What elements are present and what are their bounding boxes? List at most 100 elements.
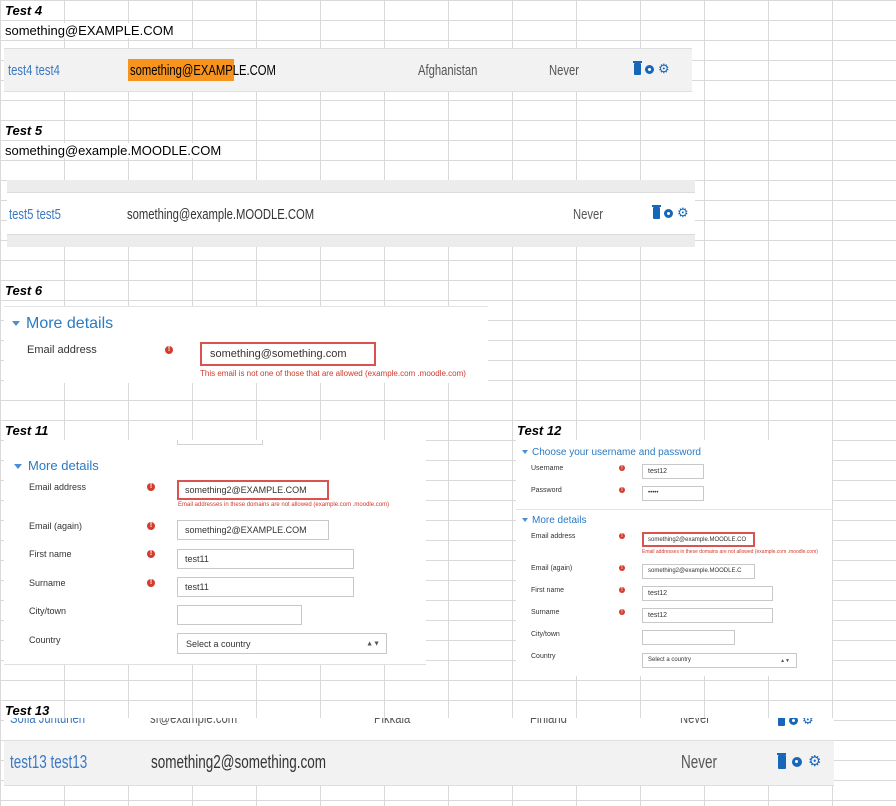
- test6-section-header[interactable]: More details: [12, 315, 113, 333]
- required-error-icon: !: [619, 587, 625, 593]
- test6-email-field[interactable]: something@something.com: [200, 342, 376, 366]
- test13-row-last-access: Never: [681, 752, 718, 772]
- test12-username-field[interactable]: test12: [642, 464, 704, 479]
- select-arrows-icon: ▲▼: [780, 657, 790, 664]
- test12-email-error: Email addresses in these domains are not…: [642, 549, 818, 555]
- collapse-caret-icon: [522, 450, 528, 455]
- test13-prev-row-email: sf@example.com: [150, 718, 238, 727]
- test4-user-name-link[interactable]: test4 test4: [8, 62, 60, 79]
- test11-email-field[interactable]: something2@EXAMPLE.COM: [177, 480, 329, 500]
- test12-country-value: Select a country: [648, 657, 692, 663]
- test11-form-crop: More details Email address ! something2@…: [4, 440, 426, 665]
- test11-country-label: Country: [29, 635, 61, 645]
- view-icon[interactable]: [664, 208, 673, 218]
- required-error-icon: !: [619, 465, 625, 471]
- test12-surname-label: Surname: [531, 609, 560, 616]
- view-icon[interactable]: [789, 718, 798, 725]
- delete-icon[interactable]: [652, 205, 661, 219]
- test4-label: Test 4: [3, 3, 45, 18]
- test5-row-actions: ⚙: [652, 205, 689, 219]
- test12-username-label: Username: [531, 465, 564, 472]
- test5-email-text: something@example.MOODLE.COM: [3, 143, 224, 158]
- test13-prev-row-actions: ⚙: [778, 718, 814, 726]
- delete-icon[interactable]: [633, 61, 642, 75]
- test13-label: Test 13: [3, 703, 52, 718]
- test4-row-country: Afghanistan: [418, 62, 478, 79]
- test13-prev-row-country: Finland: [530, 718, 567, 727]
- required-error-icon: !: [147, 522, 155, 530]
- test12-email-label: Email address: [531, 533, 576, 540]
- test12-email-again-field[interactable]: something2@example.MOODLE.C: [642, 564, 755, 579]
- required-error-icon: !: [147, 550, 155, 558]
- test4-user-row: test4 test4 something@EXAMPLE.COM Afghan…: [4, 48, 692, 92]
- test6-email-error: This email is not one of those that are …: [200, 369, 466, 378]
- test11-firstname-field[interactable]: test11: [177, 549, 354, 569]
- test11-email-error: Email addresses in these domains are not…: [178, 502, 390, 508]
- test12-country-label: Country: [531, 653, 556, 660]
- test5-user-name-link[interactable]: test5 test5: [9, 206, 61, 223]
- required-error-icon: !: [147, 483, 155, 491]
- test11-email-again-label: Email (again): [29, 521, 83, 531]
- delete-icon[interactable]: [778, 718, 785, 726]
- required-error-icon: !: [619, 533, 625, 539]
- collapse-caret-icon: [14, 464, 22, 470]
- test12-firstname-label: First name: [531, 587, 565, 594]
- test12-password-field[interactable]: •••••: [642, 486, 704, 501]
- delete-icon[interactable]: [777, 753, 786, 769]
- test4-row-actions: ⚙: [633, 61, 670, 75]
- test4-row-email: something@EXAMPLE.COM: [130, 62, 276, 79]
- view-icon[interactable]: [792, 757, 802, 767]
- test11-section-title: More details: [28, 458, 99, 473]
- test11-firstname-label: First name: [29, 549, 72, 559]
- test12-section1-title: Choose your username and password: [532, 447, 701, 458]
- test12-form-crop: Choose your username and password Userna…: [516, 440, 832, 676]
- test11-surname-label: Surname: [29, 578, 66, 588]
- test13-prev-row-last-access: Never: [680, 718, 711, 727]
- test13-table-crop: Sofia Juntunen sf@example.com Pikkala Fi…: [4, 718, 834, 786]
- test13-prev-row-name[interactable]: Sofia Juntunen: [10, 718, 85, 727]
- gear-icon[interactable]: ⚙: [658, 62, 670, 75]
- test12-country-select[interactable]: Select a country ▲▼: [642, 653, 797, 668]
- collapse-caret-icon: [12, 321, 20, 327]
- gear-icon[interactable]: ⚙: [808, 754, 821, 769]
- test6-label: Test 6: [3, 283, 45, 298]
- test12-section2-header[interactable]: More details: [522, 515, 586, 526]
- test12-section1-header[interactable]: Choose your username and password: [522, 447, 701, 458]
- test5-label: Test 5: [3, 123, 45, 138]
- test11-country-select[interactable]: Select a country ▲▼: [177, 633, 387, 654]
- required-error-icon: !: [619, 565, 625, 571]
- gear-icon[interactable]: ⚙: [802, 718, 814, 726]
- test11-label: Test 11: [3, 423, 51, 438]
- test11-city-label: City/town: [29, 606, 67, 616]
- test4-email-text: something@EXAMPLE.COM: [3, 23, 176, 38]
- test12-password-label: Password: [531, 487, 562, 494]
- gear-icon[interactable]: ⚙: [677, 206, 689, 219]
- test6-section-title: More details: [26, 315, 114, 332]
- test13-row-email: something2@something.com: [151, 752, 327, 772]
- test13-prev-row-city: Pikkala: [374, 718, 411, 727]
- test5-row-email: something@example.MOODLE.COM: [127, 206, 315, 223]
- test12-email-field[interactable]: something2@example.MOODLE.CO: [642, 532, 755, 547]
- test12-label: Test 12: [515, 423, 564, 438]
- required-error-icon: !: [619, 609, 625, 615]
- required-error-icon: !: [165, 346, 173, 354]
- test12-surname-field[interactable]: test12: [642, 608, 773, 623]
- test12-email-again-label: Email (again): [531, 565, 573, 572]
- test11-section-header[interactable]: More details: [14, 458, 99, 473]
- test11-email-again-field[interactable]: something2@EXAMPLE.COM: [177, 520, 329, 540]
- select-arrows-icon: ▲▼: [366, 640, 380, 647]
- test13-user-row: test13 test13 something2@something.com N…: [4, 740, 834, 786]
- test6-email-label: Email address: [27, 344, 97, 356]
- test12-city-field[interactable]: [642, 630, 735, 645]
- test13-user-name-link[interactable]: test13 test13: [10, 752, 87, 773]
- test12-city-label: City/town: [531, 631, 560, 638]
- test11-surname-field[interactable]: test11: [177, 577, 354, 597]
- test4-email-highlight: something@EXAMPLE.COM: [128, 59, 276, 81]
- view-icon[interactable]: [645, 64, 654, 74]
- required-error-icon: !: [619, 487, 625, 493]
- test4-row-last-access: Never: [549, 62, 580, 79]
- test5-table-crop: test5 test5 something@example.MOODLE.COM…: [7, 180, 695, 247]
- test12-firstname-field[interactable]: test12: [642, 586, 773, 601]
- test11-city-field[interactable]: [177, 605, 302, 625]
- collapse-caret-icon: [522, 518, 528, 523]
